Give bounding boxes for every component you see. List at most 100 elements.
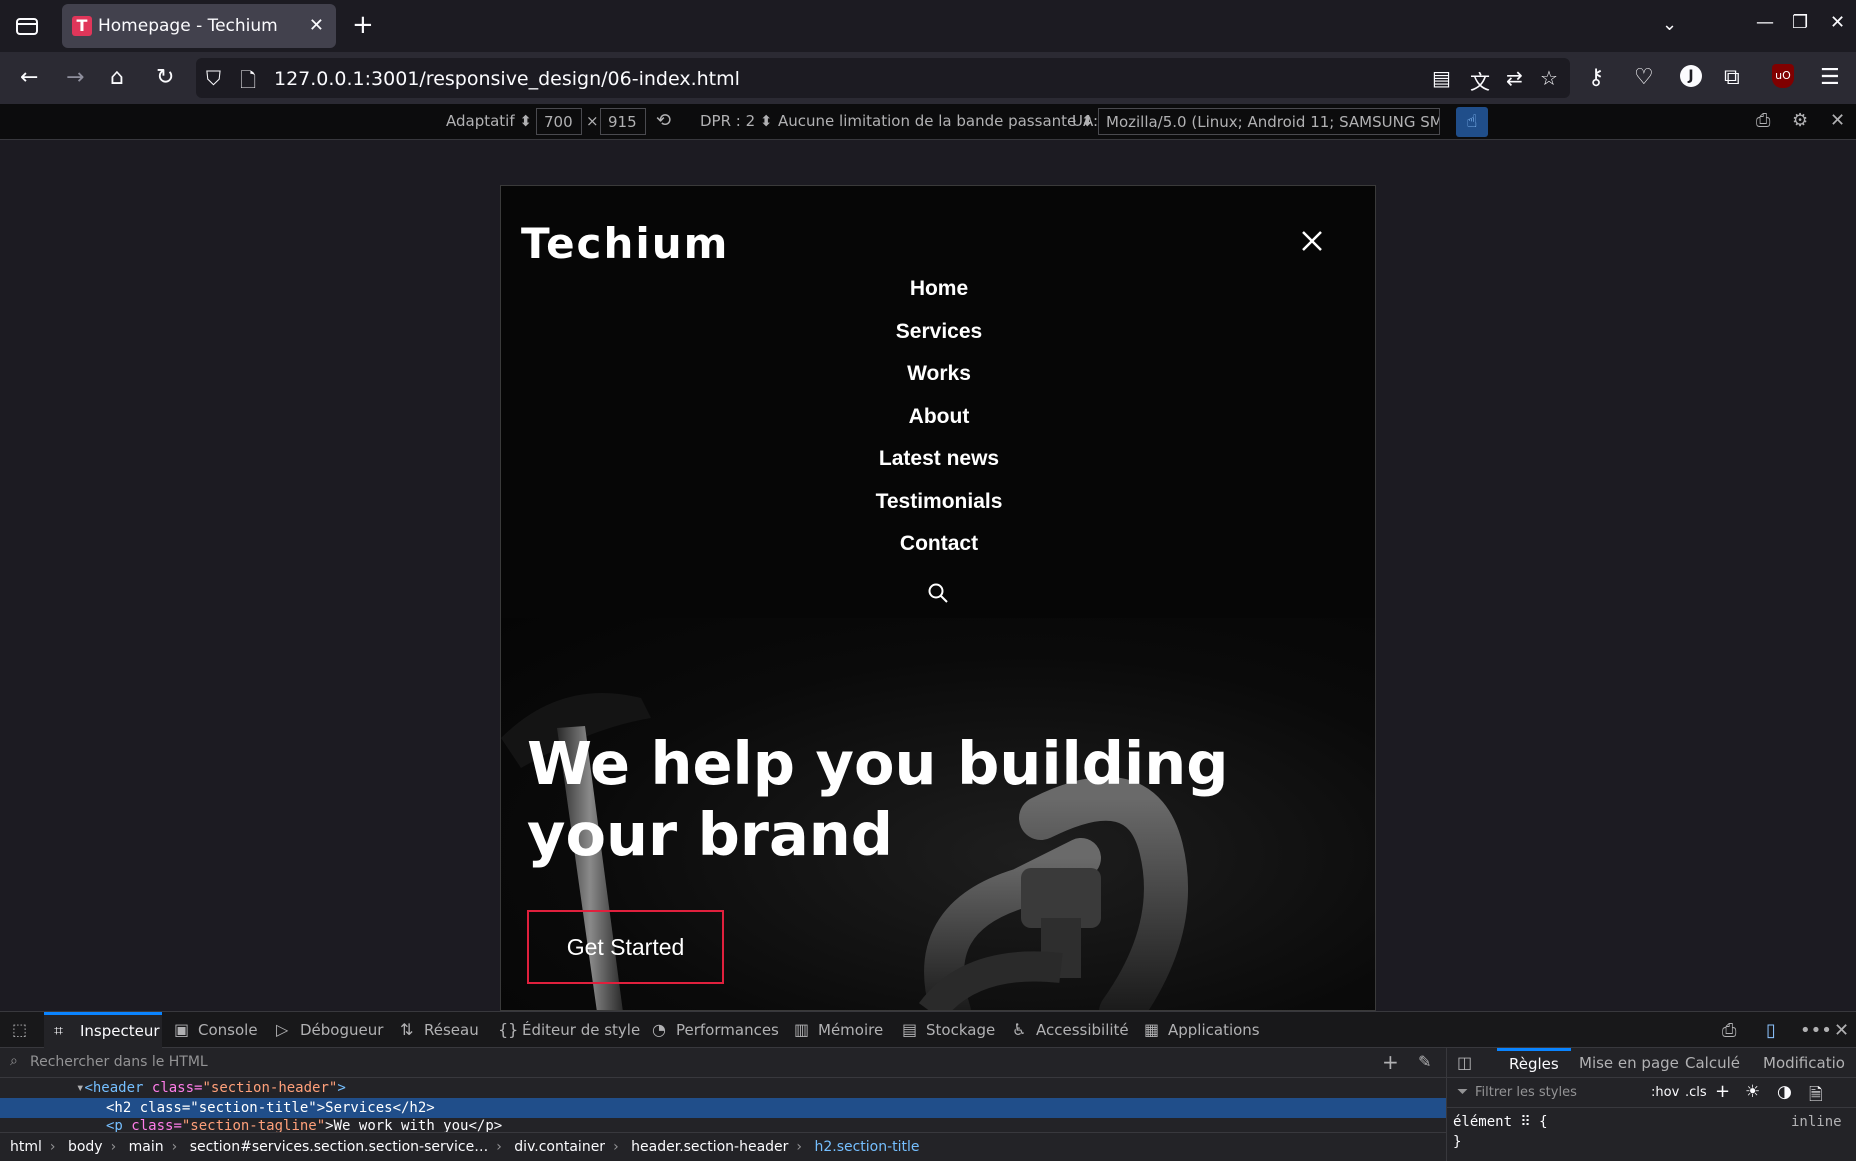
toggle-sidebar-icon[interactable]: ◫: [1457, 1048, 1472, 1078]
list-all-tabs-icon[interactable]: ⌄: [1662, 14, 1677, 35]
light-scheme-icon[interactable]: ☀: [1745, 1082, 1760, 1102]
devtools-options-icon[interactable]: •••: [1800, 1020, 1832, 1041]
tab-performance[interactable]: ◔ Performances: [650, 1012, 779, 1048]
account-avatar-icon[interactable]: J: [1680, 65, 1702, 87]
dpr-label: DPR : 2: [700, 112, 756, 130]
rdm-settings-icon[interactable]: ⚙: [1792, 110, 1808, 131]
breadcrumb-item[interactable]: main: [129, 1139, 164, 1155]
tab-accessibility[interactable]: ♿ Accessibilité: [1010, 1012, 1129, 1048]
html-search-input[interactable]: Rechercher dans le HTML: [30, 1054, 208, 1070]
translate-page-icon[interactable]: ⇄: [1506, 66, 1523, 90]
tab-style-editor[interactable]: {} Éditeur de style: [496, 1012, 640, 1048]
cls-toggle[interactable]: .cls: [1685, 1085, 1707, 1100]
bookmark-star-icon[interactable]: ☆: [1540, 66, 1558, 90]
breadcrumb-item[interactable]: html: [10, 1139, 42, 1155]
ublock-origin-icon[interactable]: uO: [1772, 64, 1794, 88]
tab-inspector[interactable]: ⌗ Inspecteur: [44, 1012, 162, 1048]
window-close-icon[interactable]: ✕: [1830, 12, 1845, 33]
tab-changes[interactable]: Modificatio: [1763, 1048, 1849, 1078]
password-key-icon[interactable]: ⚷: [1588, 65, 1604, 91]
site-logo[interactable]: Techium: [521, 219, 729, 268]
touch-simulation-icon[interactable]: ☝: [1456, 107, 1488, 137]
pocket-icon[interactable]: ♡: [1634, 65, 1654, 91]
new-tab-icon[interactable]: +: [352, 10, 374, 40]
extensions-icon[interactable]: ⧉: [1724, 65, 1740, 91]
browser-tab[interactable]: T Homepage - Techium ✕: [62, 4, 336, 48]
get-started-button[interactable]: Get Started: [527, 910, 724, 984]
responsive-mode-icon[interactable]: ▯: [1766, 1020, 1776, 1041]
viewport-height-input[interactable]: 915: [600, 108, 646, 135]
site-favicon-icon: T: [72, 16, 92, 36]
search-icon[interactable]: [927, 582, 949, 604]
page-info-icon[interactable]: 🗋: [240, 66, 256, 100]
menu-close-icon[interactable]: [1297, 226, 1327, 256]
minimize-icon[interactable]: —: [1756, 12, 1774, 33]
rdm-stage: Techium Home Services Works About Latest…: [0, 140, 1856, 1011]
tab-rules[interactable]: Règles: [1497, 1048, 1571, 1078]
back-icon[interactable]: ←: [20, 65, 38, 91]
url-text[interactable]: 127.0.0.1:3001/responsive_design/06-inde…: [274, 68, 740, 90]
tab-list-icon[interactable]: [14, 14, 40, 38]
add-node-icon[interactable]: +: [1382, 1050, 1399, 1074]
breadcrumb-item-current[interactable]: h2.section-title: [814, 1139, 919, 1155]
tab-layout[interactable]: Mise en page: [1579, 1048, 1679, 1078]
nav-link-works[interactable]: Works: [501, 359, 1375, 402]
home-icon[interactable]: ⌂: [110, 65, 124, 91]
url-bar[interactable]: ⛉ 🗋 127.0.0.1:3001/responsive_design/06-…: [196, 58, 1570, 98]
reader-view-icon[interactable]: ▤: [1432, 66, 1451, 90]
print-media-icon[interactable]: 🗎: [1809, 1082, 1823, 1111]
add-rule-icon[interactable]: +: [1715, 1081, 1730, 1102]
dark-scheme-icon[interactable]: ◑: [1777, 1082, 1792, 1102]
nav-link-about[interactable]: About: [501, 402, 1375, 445]
ua-label: UA:: [1072, 112, 1099, 130]
markup-line[interactable]: <p class="section-tagline">We work with …: [0, 1116, 1446, 1132]
tab-computed[interactable]: Calculé: [1685, 1048, 1740, 1078]
app-menu-icon[interactable]: ☰: [1820, 65, 1840, 91]
tab-memory[interactable]: ▥ Mémoire: [792, 1012, 883, 1048]
breadcrumb-item[interactable]: div.container: [514, 1139, 605, 1155]
filter-styles-input[interactable]: Filtrer les styles: [1475, 1085, 1577, 1100]
translate-icon[interactable]: 文: [1470, 66, 1490, 95]
rotate-viewport-icon[interactable]: ⟲: [656, 110, 671, 131]
dpr-selector[interactable]: DPR : 2 ⬍: [700, 112, 773, 130]
attr-name: class=: [151, 1080, 203, 1096]
breadcrumb-item[interactable]: section#services.section.section-service…: [190, 1139, 489, 1155]
breadcrumb-item[interactable]: header.section-header: [631, 1139, 788, 1155]
devtools-close-icon[interactable]: ✕: [1834, 1020, 1849, 1041]
nav-link-home[interactable]: Home: [501, 274, 1375, 317]
attr-name: class=: [131, 1118, 182, 1132]
forward-icon[interactable]: →: [66, 65, 84, 91]
nav-link-latest-news[interactable]: Latest news: [501, 444, 1375, 487]
close-rdm-icon[interactable]: ✕: [1830, 110, 1845, 131]
markup-line[interactable]: ▾<header class="section-header">: [0, 1078, 1446, 1098]
tab-network[interactable]: ⇅ Réseau: [398, 1012, 479, 1048]
rule-source[interactable]: inline: [1791, 1114, 1842, 1130]
reload-icon[interactable]: ↻: [156, 65, 174, 91]
nav-link-services[interactable]: Services: [501, 317, 1375, 360]
throttling-selector[interactable]: Aucune limitation de la bande passante ⬍: [778, 112, 1094, 130]
tab-console[interactable]: ▣ Console: [172, 1012, 258, 1048]
restore-icon[interactable]: ❐: [1792, 12, 1808, 33]
tab-applications[interactable]: ▦ Applications: [1142, 1012, 1260, 1048]
element-picker-icon[interactable]: ⬚: [8, 1012, 38, 1048]
nav-link-testimonials[interactable]: Testimonials: [501, 487, 1375, 530]
user-agent-input[interactable]: Mozilla/5.0 (Linux; Android 11; SAMSUNG …: [1098, 108, 1440, 135]
accessibility-icon: ♿: [1012, 1020, 1027, 1039]
viewport-width-input[interactable]: 700: [536, 108, 582, 135]
markup-line-selected[interactable]: <h2 class="section-title">Services</h2>: [0, 1098, 1446, 1118]
breadcrumb-item[interactable]: body: [68, 1139, 103, 1155]
responsive-design-toolbar: Adaptatif ⬍ 700 × 915 ⟲ DPR : 2 ⬍ Aucune…: [0, 104, 1856, 140]
tab-debugger[interactable]: ▷ Débogueur: [274, 1012, 383, 1048]
devtools-screenshot-icon[interactable]: ⎙: [1722, 1020, 1736, 1041]
nav-link-contact[interactable]: Contact: [501, 529, 1375, 572]
tracking-shield-icon[interactable]: ⛉: [206, 66, 221, 90]
navigation-bar: ← → ⌂ ↻ ⛉ 🗋 127.0.0.1:3001/responsive_de…: [0, 52, 1856, 104]
screenshot-icon[interactable]: ⎙: [1756, 110, 1770, 131]
device-selector[interactable]: Adaptatif ⬍: [446, 112, 532, 130]
eyedropper-icon[interactable]: ✎: [1418, 1052, 1431, 1071]
rule-selector[interactable]: élément ⠿ {: [1453, 1114, 1548, 1130]
tab-storage[interactable]: ▤ Stockage: [900, 1012, 995, 1048]
tab-close-icon[interactable]: ✕: [309, 15, 324, 36]
hov-toggle[interactable]: :hov: [1651, 1085, 1679, 1100]
sidebar-tabs: ◫ Règles Mise en page Calculé Modificati…: [1447, 1048, 1856, 1078]
